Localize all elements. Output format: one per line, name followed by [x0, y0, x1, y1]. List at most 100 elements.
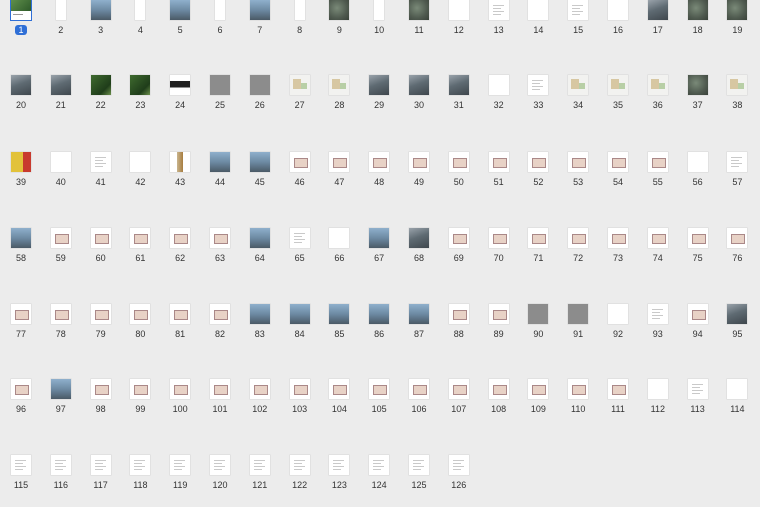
page-thumbnail[interactable]: 107	[439, 379, 479, 431]
page-thumbnail-image[interactable]	[130, 228, 151, 248]
page-thumbnail-image[interactable]	[90, 228, 111, 248]
page-thumbnail[interactable]: 14	[518, 0, 558, 52]
page-thumbnail[interactable]: 82	[200, 304, 240, 356]
page-thumbnail-image[interactable]	[448, 0, 469, 20]
page-thumbnail[interactable]: 11	[399, 0, 439, 52]
page-thumbnail-image[interactable]	[289, 455, 310, 475]
page-thumbnail[interactable]: 77	[1, 304, 41, 356]
page-thumbnail-image[interactable]	[90, 304, 111, 324]
page-thumbnail[interactable]: 24	[160, 75, 200, 127]
page-thumbnail[interactable]: 12	[439, 0, 479, 52]
page-thumbnail-image[interactable]	[11, 455, 31, 475]
page-thumbnail[interactable]: 78	[41, 304, 81, 356]
page-thumbnail[interactable]: 71	[518, 228, 558, 280]
page-thumbnail[interactable]: 13	[479, 0, 519, 52]
page-thumbnail-image[interactable]	[568, 228, 589, 248]
page-thumbnail[interactable]: 94	[678, 304, 718, 356]
page-thumbnail-image[interactable]	[727, 228, 748, 248]
page-thumbnail-image[interactable]	[568, 152, 589, 172]
page-thumbnail[interactable]: 43	[160, 152, 200, 204]
page-thumbnail[interactable]: 36	[638, 75, 678, 127]
page-thumbnail[interactable]: 5	[160, 0, 200, 52]
page-thumbnail[interactable]: 69	[439, 228, 479, 280]
page-thumbnail-image[interactable]	[647, 304, 668, 324]
page-thumbnail-image[interactable]	[329, 379, 350, 399]
page-thumbnail[interactable]: 48	[359, 152, 399, 204]
page-thumbnail[interactable]: 90	[518, 304, 558, 356]
page-thumbnail-image[interactable]	[50, 455, 71, 475]
page-thumbnail[interactable]: 34	[558, 75, 598, 127]
page-thumbnail-image[interactable]	[374, 0, 385, 20]
page-thumbnail[interactable]: 93	[638, 304, 678, 356]
page-thumbnail-image[interactable]	[608, 304, 628, 324]
page-thumbnail[interactable]: 68	[399, 228, 439, 280]
page-thumbnail-image[interactable]	[50, 152, 71, 172]
page-thumbnail[interactable]: 123	[319, 455, 359, 507]
page-thumbnail[interactable]: 46	[280, 152, 320, 204]
page-thumbnail[interactable]: 47	[319, 152, 359, 204]
page-thumbnail[interactable]: 38	[717, 75, 757, 127]
page-thumbnail-image[interactable]	[210, 75, 230, 95]
page-thumbnail-image[interactable]	[130, 304, 151, 324]
page-thumbnail-image[interactable]	[608, 152, 628, 172]
page-thumbnail[interactable]: 52	[518, 152, 558, 204]
page-thumbnail[interactable]: 58	[1, 228, 41, 280]
page-thumbnail[interactable]: 72	[558, 228, 598, 280]
page-thumbnail[interactable]: 79	[81, 304, 121, 356]
page-thumbnail-image[interactable]	[249, 0, 270, 20]
page-thumbnail-image[interactable]	[170, 304, 191, 324]
page-thumbnail[interactable]: 42	[120, 152, 160, 204]
page-thumbnail[interactable]: 117	[81, 455, 121, 507]
page-thumbnail-image[interactable]	[369, 455, 390, 475]
page-thumbnail-image[interactable]	[369, 304, 390, 324]
page-thumbnail[interactable]: 73	[598, 228, 638, 280]
page-thumbnail[interactable]: 16	[598, 0, 638, 52]
page-thumbnail-image[interactable]	[448, 455, 469, 475]
page-thumbnail[interactable]: 104	[319, 379, 359, 431]
page-thumbnail-image[interactable]	[409, 0, 429, 20]
page-thumbnail[interactable]: 96	[1, 379, 41, 431]
page-thumbnail[interactable]: 109	[518, 379, 558, 431]
page-thumbnail-image[interactable]	[488, 304, 509, 324]
page-thumbnail-image[interactable]	[647, 75, 668, 95]
page-thumbnail[interactable]: 60	[81, 228, 121, 280]
page-thumbnail[interactable]: 40	[41, 152, 81, 204]
page-thumbnail-image[interactable]	[90, 152, 111, 172]
page-thumbnail[interactable]: 108	[479, 379, 519, 431]
page-thumbnail[interactable]: 9	[319, 0, 359, 52]
page-thumbnail-image[interactable]	[409, 379, 429, 399]
page-thumbnail-image[interactable]	[90, 379, 111, 399]
page-thumbnail[interactable]: 121	[240, 455, 280, 507]
page-thumbnail[interactable]: 39	[1, 152, 41, 204]
page-thumbnail-image[interactable]	[170, 379, 191, 399]
page-thumbnail[interactable]: 10	[359, 0, 399, 52]
page-thumbnail[interactable]: 95	[717, 304, 757, 356]
page-thumbnail[interactable]: 92	[598, 304, 638, 356]
page-thumbnail[interactable]: 61	[120, 228, 160, 280]
page-thumbnail-image[interactable]	[369, 75, 390, 95]
page-thumbnail-image[interactable]	[369, 379, 390, 399]
page-thumbnail[interactable]: 21	[41, 75, 81, 127]
page-thumbnail[interactable]: 85	[319, 304, 359, 356]
page-thumbnail-image[interactable]	[249, 304, 270, 324]
page-thumbnail-image[interactable]	[170, 75, 191, 95]
page-thumbnail[interactable]: 91	[558, 304, 598, 356]
page-thumbnail-image[interactable]	[488, 75, 509, 95]
page-thumbnail-image[interactable]	[528, 379, 549, 399]
page-thumbnail-image[interactable]	[448, 379, 469, 399]
page-thumbnail[interactable]: 15	[558, 0, 598, 52]
page-thumbnail[interactable]: 70	[479, 228, 519, 280]
page-thumbnail[interactable]: 8	[280, 0, 320, 52]
page-thumbnail-image[interactable]	[568, 75, 589, 95]
page-thumbnail[interactable]: 111	[598, 379, 638, 431]
page-thumbnail[interactable]: 32	[479, 75, 519, 127]
page-thumbnail[interactable]: 51	[479, 152, 519, 204]
page-thumbnail[interactable]: 86	[359, 304, 399, 356]
page-thumbnail-image[interactable]	[289, 379, 310, 399]
page-thumbnail-image[interactable]	[11, 379, 31, 399]
page-thumbnail-image[interactable]	[289, 228, 310, 248]
page-thumbnail[interactable]: 57	[717, 152, 757, 204]
page-thumbnail-image[interactable]	[608, 228, 628, 248]
page-thumbnail-image[interactable]	[50, 379, 71, 399]
page-thumbnail-image[interactable]	[170, 0, 191, 20]
